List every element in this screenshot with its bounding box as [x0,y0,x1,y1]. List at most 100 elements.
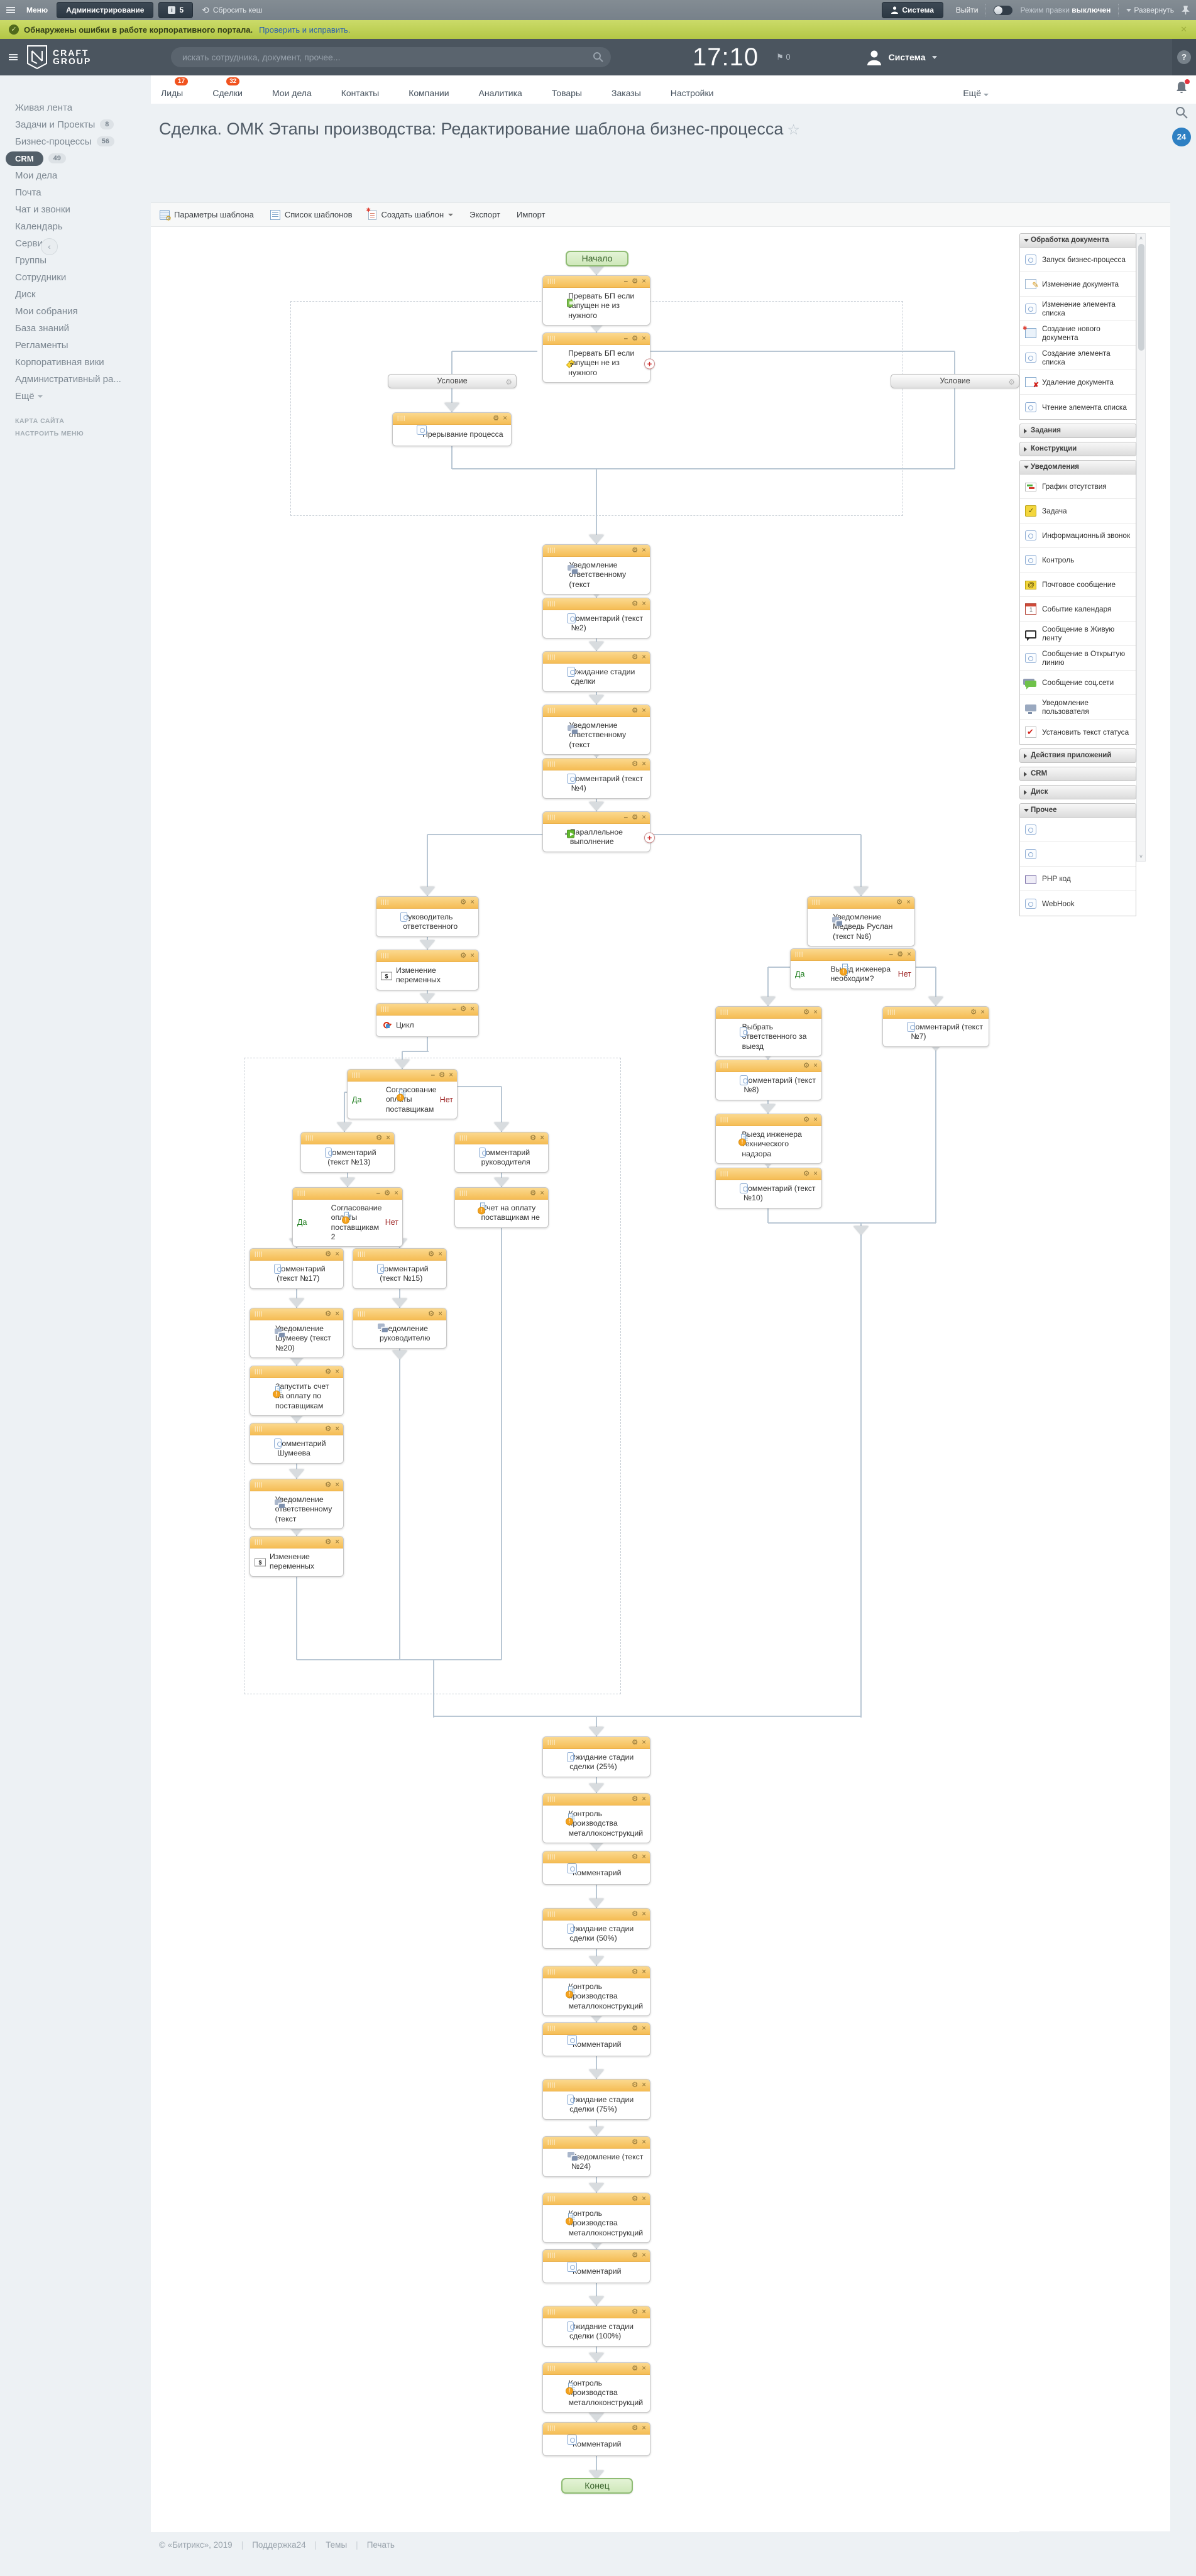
activity-node[interactable]: ||||⚙×Комментарий (текст №15) [353,1248,447,1289]
close-icon[interactable]: × [980,1007,985,1018]
activity-header[interactable]: ||||–⚙× [293,1188,402,1200]
nav-item-Мои дела[interactable]: Мои дела [272,78,312,98]
palette-activity-График отсутствия[interactable]: График отсутствия [1020,474,1136,499]
close-icon[interactable]: × [335,1480,339,1491]
drag-handle-icon[interactable]: |||| [795,951,803,957]
close-icon[interactable]: × [470,1004,475,1015]
drag-handle-icon[interactable]: |||| [547,278,556,284]
activity-header[interactable]: ||||–⚙× [791,949,915,961]
close-icon[interactable]: × [438,1249,442,1260]
close-icon[interactable]: × [642,2024,646,2034]
drag-handle-icon[interactable]: |||| [547,2081,556,2088]
gear-icon[interactable]: ⚙ [428,1249,434,1260]
activity-header[interactable]: ||||–⚙× [543,276,650,288]
gear-icon[interactable]: ⚙ [632,334,638,344]
no-branch-label[interactable]: Нет [440,1095,453,1105]
activity-header[interactable]: ||||⚙× [543,2193,650,2205]
activity-node[interactable]: ||||⚙×Прерывание процесса [392,412,512,446]
drag-handle-icon[interactable]: |||| [720,1170,728,1176]
palette-activity-Создание элемента списка[interactable]: Создание элемента списка [1020,346,1136,370]
activity-header[interactable]: ||||⚙× [883,1007,989,1019]
nav-item-Компании[interactable]: Компании [409,78,449,98]
activity-node[interactable]: ||||⚙×Комментарий [542,2422,650,2456]
drag-handle-icon[interactable]: |||| [547,814,556,820]
activity-node[interactable]: ||||⚙×Счет на оплату поставщикам не [454,1187,549,1228]
administration-button[interactable]: Администрирование [57,2,153,18]
no-branch-label[interactable]: Нет [385,1218,398,1228]
activity-header[interactable]: ||||⚙× [543,1851,650,1863]
activity-header[interactable]: |||| ⚙ × [455,1188,548,1200]
sidebar-item-Группы[interactable]: Группы [0,252,151,269]
sidebar-item-Чат и звонки[interactable]: Чат и звонки [0,201,151,218]
condition-branch-node[interactable]: Условие⚙ [891,374,1019,388]
palette-activity-blank[interactable] [1020,818,1136,842]
drag-handle-icon[interactable]: |||| [547,2365,556,2371]
drag-handle-icon[interactable]: |||| [547,1739,556,1745]
gear-icon[interactable]: ⚙ [803,1061,809,1072]
nav-item-Заказы[interactable]: Заказы [612,78,641,98]
activity-header[interactable]: ||||⚙× [716,1007,821,1019]
activity-header[interactable]: ||||⚙× [543,1966,650,1978]
minimize-icon[interactable]: – [431,1070,435,1081]
gear-icon[interactable]: ⚙ [896,897,902,908]
palette-section-header[interactable]: Прочее [1019,803,1136,818]
activity-header[interactable]: ||||⚙× [250,1308,343,1320]
work-clock[interactable]: 17:10 [693,43,759,72]
start-node[interactable]: Начало [566,251,628,266]
activity-node[interactable]: ||||⚙×Комментарий (текст №10) [715,1168,822,1209]
toolbar-button-Список шаблонов[interactable]: Список шаблонов [270,210,353,220]
palette-section-header[interactable]: Обработка документа [1019,233,1136,248]
scrollbar-thumb[interactable] [1138,244,1144,351]
activity-header[interactable]: ||||⚙× [543,759,650,770]
sidebar-item-База знаний[interactable]: База знаний [0,320,151,337]
gear-icon[interactable]: ⚙ [632,2194,638,2205]
gear-icon[interactable]: ⚙ [632,545,638,556]
activity-node[interactable]: ||||⚙×$Изменение переменных [376,950,479,990]
close-icon[interactable]: × [540,1188,544,1199]
activity-node[interactable]: ||||⚙×Комментарий (текст №13) [300,1132,395,1173]
gear-icon[interactable]: ⚙ [632,759,638,770]
activity-header[interactable]: ||||⚙× [543,2306,650,2318]
palette-activity-Информационный звонок[interactable]: Информационный звонок [1020,523,1136,548]
activity-node[interactable]: ||||⚙×Комментарий руководителя [454,1132,549,1173]
activity-header[interactable]: ||||–⚙× [543,333,650,345]
header-menu-icon[interactable] [9,54,18,60]
activity-node[interactable]: ||||–⚙×Прервать БП если запущен не из ну… [542,332,650,383]
nav-item-Контакты[interactable]: Контакты [341,78,379,98]
activity-node[interactable]: ||||⚙×Контроль производства металлоконст… [542,2362,650,2413]
nav-item-Сделки[interactable]: Сделки32 [212,78,243,98]
add-activity-button[interactable]: + [644,358,655,369]
palette-activity-Уведомление пользователя[interactable]: Уведомление пользователя [1020,695,1136,720]
flag-counter[interactable]: ⚑ 0 [776,52,791,62]
close-icon[interactable]: × [335,1249,339,1260]
palette-activity-Сообщение соц.сети[interactable]: Сообщение соц.сети [1020,671,1136,695]
add-activity-button[interactable]: + [644,832,655,843]
reset-cache-button[interactable]: ⟲Сбросить кеш [202,5,262,16]
sidebar-item-Мои собрания[interactable]: Мои собрания [0,303,151,320]
toolbar-button-Экспорт[interactable]: Экспорт [469,210,500,219]
drag-handle-icon[interactable]: |||| [358,1310,366,1317]
admin-menu-icon[interactable] [6,7,15,13]
activity-node[interactable]: ||||⚙×Ожидание стадии сделки (25%) [542,1736,650,1777]
activity-node[interactable]: ||||⚙×Комментарий (текст №7) [882,1006,989,1047]
drag-handle-icon[interactable]: |||| [547,654,556,660]
gear-icon[interactable]: ⚙ [325,1480,331,1491]
activity-node[interactable]: ||||–⚙×Параллельное выполнение+ [542,811,650,852]
minimize-icon[interactable]: – [624,334,628,344]
drag-handle-icon[interactable]: |||| [459,1190,468,1196]
gear-icon[interactable]: ⚙ [632,599,638,610]
drag-handle-icon[interactable]: |||| [255,1481,263,1488]
activity-node[interactable]: ||||⚙×Комментарий [542,2022,650,2056]
drag-handle-icon[interactable]: |||| [547,707,556,713]
activity-node[interactable]: ||||–⚙×ДаНетСогласование оплаты поставщи… [292,1187,403,1247]
palette-activity-Сообщение в Открытую линию[interactable]: Сообщение в Открытую линию [1020,646,1136,671]
drag-handle-icon[interactable]: |||| [547,1853,556,1860]
gear-icon[interactable]: ⚙ [632,2024,638,2034]
activity-node[interactable]: ||||⚙×Ожидание стадии сделки (50%) [542,1908,650,1949]
gear-icon[interactable]: ⚙ [530,1188,536,1199]
drag-handle-icon[interactable]: |||| [887,1009,896,1015]
close-icon[interactable]: × [386,1133,390,1144]
drag-handle-icon[interactable]: |||| [547,600,556,606]
activity-node[interactable]: ||||⚙×Выезд инженера технического надзор… [715,1114,822,1164]
sidebar-item-Почта[interactable]: Почта [0,184,151,201]
